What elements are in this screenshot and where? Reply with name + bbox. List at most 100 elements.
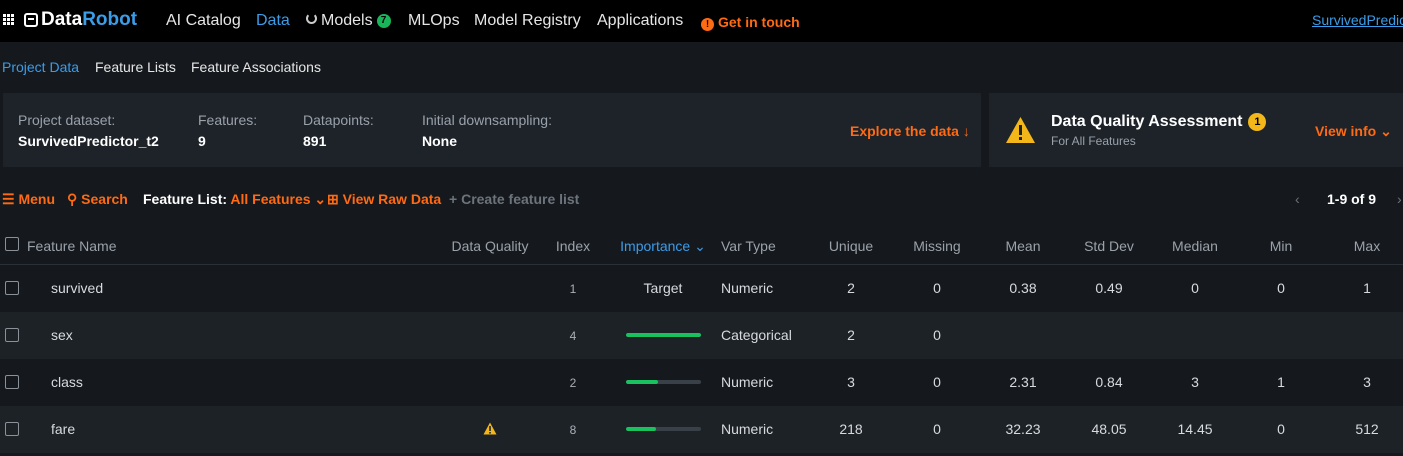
dqa-count-badge: 1	[1248, 113, 1267, 131]
table-row[interactable]: survived 1 Target Numeric 2 0 0.38 0.49 0 0 1	[0, 265, 1403, 312]
app-grid-icon[interactable]	[3, 14, 14, 25]
view-info-label: View info	[1315, 123, 1377, 139]
table-row[interactable]: class 2 Numeric 3 0 2.31 0.84 3 1 3	[0, 359, 1403, 406]
top-nav: Data Robot AI Catalog Data Models 7 MLOps …	[0, 0, 1403, 42]
missing-count: 0	[933, 280, 941, 296]
hamburger-icon: ☰	[2, 191, 15, 207]
models-count-badge: 7	[376, 14, 391, 28]
table-row[interactable]: fare 8 Numeric 218 0 32.23 48.05 14.45 0 512	[0, 406, 1403, 453]
max-value: 3	[1363, 374, 1371, 390]
view-info-button[interactable]: View info ⌄	[1315, 123, 1392, 140]
pagination-status: 1-9 of 9	[1327, 191, 1377, 207]
table-icon: ⊞	[327, 191, 339, 207]
mean-value: 32.23	[1005, 421, 1041, 437]
feature-name[interactable]: fare	[51, 421, 75, 437]
row-checkbox[interactable]	[5, 281, 19, 295]
feature-name[interactable]: class	[51, 374, 83, 390]
header-std-dev[interactable]: Std Dev	[1084, 238, 1134, 254]
header-max[interactable]: Max	[1354, 238, 1380, 254]
tab-feature-lists[interactable]: Feature Lists	[95, 59, 176, 75]
dqa-title-text: Data Quality Assessment	[1051, 113, 1243, 130]
table-header: Feature Name Data Quality Index Importan…	[0, 225, 1403, 265]
table-row[interactable]: sex 4 Categorical 2 0	[0, 312, 1403, 359]
create-feature-list-label: Create feature list	[461, 191, 580, 207]
tab-project-data[interactable]: Project Data	[2, 59, 79, 75]
arrow-down-icon: ↓	[962, 123, 970, 139]
feature-list-select[interactable]: Feature List: All Features ⌄	[143, 191, 326, 208]
row-checkbox[interactable]	[5, 328, 19, 342]
importance-bar	[626, 333, 701, 337]
features-label: Features:	[198, 112, 258, 128]
sort-desc-icon: ⌄	[694, 238, 706, 254]
header-median[interactable]: Median	[1172, 238, 1218, 254]
feature-index: 1	[569, 282, 577, 296]
var-type: Numeric	[721, 421, 774, 437]
warning-icon[interactable]	[483, 422, 497, 435]
logo-text-robot: Robot	[82, 9, 138, 30]
row-checkbox[interactable]	[5, 422, 19, 436]
feature-list-value: All Features	[230, 191, 311, 207]
menu-button[interactable]: ☰ Menu	[2, 191, 55, 208]
loading-spinner-icon	[306, 13, 317, 24]
feature-list-label: Feature List:	[143, 191, 228, 207]
row-checkbox[interactable]	[5, 375, 19, 389]
nav-models[interactable]: Models 7	[306, 12, 391, 30]
header-data-quality[interactable]: Data Quality	[451, 238, 528, 254]
downsampling-value: None	[422, 133, 457, 149]
info-icon: !	[701, 18, 714, 31]
importance-bar	[626, 380, 701, 384]
dqa-title: Data Quality Assessment 1	[1051, 113, 1267, 131]
feature-name[interactable]: survived	[51, 280, 103, 296]
feature-index: 4	[569, 329, 577, 343]
var-type: Categorical	[721, 327, 792, 343]
header-index[interactable]: Index	[556, 238, 590, 254]
median-value: 14.45	[1177, 421, 1213, 437]
view-raw-data-button[interactable]: ⊞ View Raw Data	[327, 191, 441, 208]
importance-bar-fill	[626, 380, 658, 384]
std-dev-value: 0.84	[1095, 374, 1123, 390]
header-feature-name[interactable]: Feature Name	[27, 238, 116, 254]
chevron-down-icon: ⌄	[1380, 123, 1392, 139]
missing-count: 0	[933, 374, 941, 390]
downsampling-label: Initial downsampling:	[422, 112, 552, 128]
nav-model-registry[interactable]: Model Registry	[474, 12, 581, 30]
explore-data-label: Explore the data	[850, 123, 959, 139]
nav-data[interactable]: Data	[256, 12, 290, 30]
unique-count: 2	[847, 280, 855, 296]
feature-index: 2	[569, 376, 577, 390]
var-type: Numeric	[721, 280, 774, 296]
header-min[interactable]: Min	[1270, 238, 1293, 254]
header-mean[interactable]: Mean	[1005, 238, 1040, 254]
datapoints-value: 891	[303, 133, 327, 149]
unique-count: 218	[839, 421, 863, 437]
nav-mlops[interactable]: MLOps	[408, 12, 460, 30]
project-name-link[interactable]: SurvivedPredic	[1312, 12, 1403, 28]
robot-icon	[24, 13, 38, 27]
importance-target-label: Target	[643, 280, 683, 296]
tab-feature-associations[interactable]: Feature Associations	[191, 59, 321, 75]
get-in-touch-link[interactable]: ! Get in touch	[701, 14, 800, 31]
get-in-touch-label: Get in touch	[718, 14, 800, 30]
nav-ai-catalog[interactable]: AI Catalog	[166, 12, 241, 30]
prev-page-button[interactable]: ‹	[1295, 191, 1300, 207]
feature-name[interactable]: sex	[51, 327, 73, 343]
importance-bar-fill	[626, 333, 701, 337]
header-unique[interactable]: Unique	[829, 238, 873, 254]
datarobot-logo[interactable]: Data Robot	[24, 9, 137, 31]
nav-applications[interactable]: Applications	[597, 12, 683, 30]
view-raw-data-label: View Raw Data	[342, 191, 442, 207]
header-var-type[interactable]: Var Type	[721, 238, 776, 254]
select-all-checkbox[interactable]	[5, 237, 19, 251]
search-label: Search	[81, 191, 128, 207]
features-value: 9	[198, 133, 206, 149]
explore-data-button[interactable]: Explore the data ↓	[850, 123, 970, 139]
datapoints-label: Datapoints:	[303, 112, 374, 128]
var-type: Numeric	[721, 374, 774, 390]
next-page-button[interactable]: ›	[1397, 191, 1402, 207]
search-button[interactable]: ⚲ Search	[67, 191, 128, 208]
std-dev-value: 48.05	[1091, 421, 1127, 437]
header-importance[interactable]: Importance ⌄	[620, 238, 706, 255]
header-missing[interactable]: Missing	[913, 238, 960, 254]
create-feature-list-button[interactable]: + Create feature list	[449, 191, 579, 207]
chevron-down-icon: ⌄	[314, 191, 327, 207]
